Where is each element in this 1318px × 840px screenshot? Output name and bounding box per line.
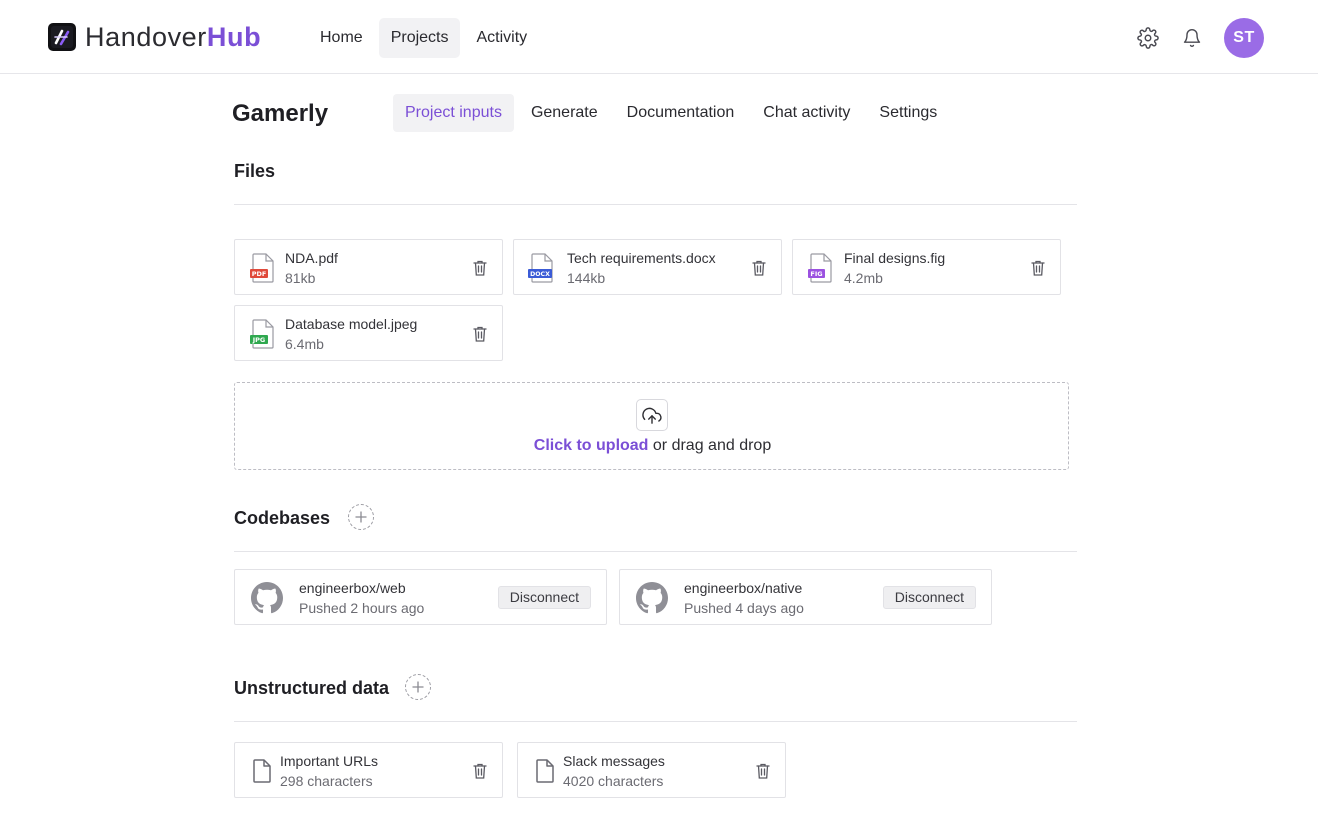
file-name: Database model.jpeg xyxy=(285,316,418,332)
tab-chat-activity[interactable]: Chat activity xyxy=(751,94,862,132)
repo-name: engineerbox/web xyxy=(299,580,406,596)
project-tabs: Project inputs Generate Documentation Ch… xyxy=(393,94,954,132)
add-codebase-button[interactable] xyxy=(348,504,374,530)
svg-text:FIG: FIG xyxy=(810,270,822,278)
trash-icon[interactable] xyxy=(1030,259,1046,277)
main-nav: Home Projects Activity xyxy=(308,18,543,58)
nav-projects[interactable]: Projects xyxy=(378,18,461,58)
trash-icon[interactable] xyxy=(472,259,488,277)
disconnect-button[interactable]: Disconnect xyxy=(497,586,591,609)
file-card-final-designs[interactable]: FIG Final designs.fig 4.2mb xyxy=(792,239,1061,295)
brand-logo[interactable]: HandoverHub xyxy=(47,22,261,52)
cloud-upload-icon xyxy=(642,407,662,424)
brand-name: HandoverHub xyxy=(85,22,262,52)
plus-icon xyxy=(412,681,424,693)
file-card-nda[interactable]: PDF NDA.pdf 81kb xyxy=(234,239,503,295)
file-name: NDA.pdf xyxy=(285,250,338,266)
trash-icon[interactable] xyxy=(751,259,767,277)
docx-file-icon: DOCX xyxy=(528,253,553,283)
codebases-section-title: Codebases xyxy=(234,508,331,528)
upload-instructions: Click to upload or drag and drop xyxy=(235,436,1070,456)
upload-hint: or drag and drop xyxy=(652,437,772,454)
data-size: 298 characters xyxy=(280,773,373,789)
document-icon xyxy=(536,759,554,783)
file-size: 81kb xyxy=(285,270,316,286)
tab-documentation[interactable]: Documentation xyxy=(615,94,747,132)
settings-button[interactable] xyxy=(1136,26,1160,50)
data-card-important-urls[interactable]: Important URLs 298 characters xyxy=(234,742,503,798)
svg-text:DOCX: DOCX xyxy=(530,271,550,278)
top-bar: HandoverHub Home Projects Activity ST xyxy=(0,0,1318,74)
user-avatar[interactable]: ST xyxy=(1224,18,1264,58)
codebases-divider xyxy=(234,551,1077,552)
upload-icon-box xyxy=(636,399,668,431)
files-section-title: Files xyxy=(234,161,276,181)
github-icon xyxy=(636,582,668,614)
repo-push-status: Pushed 2 hours ago xyxy=(299,600,425,616)
gear-icon xyxy=(1137,27,1159,49)
github-icon xyxy=(251,582,283,614)
add-unstructured-button[interactable] xyxy=(405,674,431,700)
trash-icon[interactable] xyxy=(755,762,771,780)
nav-activity[interactable]: Activity xyxy=(464,18,539,58)
file-size: 4.2mb xyxy=(844,270,883,286)
file-card-tech-requirements[interactable]: DOCX Tech requirements.docx 144kb xyxy=(513,239,782,295)
data-name: Important URLs xyxy=(280,753,379,769)
fig-file-icon: FIG xyxy=(808,253,832,283)
pdf-file-icon: PDF xyxy=(250,253,274,283)
notifications-button[interactable] xyxy=(1180,26,1204,50)
logo-icon xyxy=(48,23,76,51)
plus-icon xyxy=(355,511,367,523)
upload-dropzone[interactable]: Click to upload or drag and drop xyxy=(234,382,1069,470)
file-size: 6.4mb xyxy=(285,336,324,352)
file-size: 144kb xyxy=(567,270,606,286)
disconnect-button[interactable]: Disconnect xyxy=(882,586,976,609)
file-name: Final designs.fig xyxy=(844,250,946,266)
tab-project-inputs[interactable]: Project inputs xyxy=(393,94,514,132)
nav-home[interactable]: Home xyxy=(308,18,375,58)
bell-icon xyxy=(1183,29,1201,47)
file-card-database-model[interactable]: JPG Database model.jpeg 6.4mb xyxy=(234,305,503,361)
svg-text:PDF: PDF xyxy=(252,270,267,278)
unstructured-section-title: Unstructured data xyxy=(234,678,390,698)
repo-push-status: Pushed 4 days ago xyxy=(684,600,804,616)
data-size: 4020 characters xyxy=(563,773,664,789)
tab-settings[interactable]: Settings xyxy=(867,94,949,132)
header-actions: ST xyxy=(1136,18,1264,58)
trash-icon[interactable] xyxy=(472,762,488,780)
repo-card-web: engineerbox/web Pushed 2 hours ago Disco… xyxy=(234,569,607,625)
file-name: Tech requirements.docx xyxy=(567,250,716,266)
tab-generate[interactable]: Generate xyxy=(519,94,610,132)
svg-text:JPG: JPG xyxy=(252,336,266,344)
project-title: Gamerly xyxy=(232,100,329,127)
data-name: Slack messages xyxy=(563,753,665,769)
click-to-upload-link[interactable]: Click to upload xyxy=(534,437,649,454)
files-divider xyxy=(234,204,1077,205)
document-icon xyxy=(253,759,271,783)
repo-name: engineerbox/native xyxy=(684,580,803,596)
unstructured-divider xyxy=(234,721,1077,722)
trash-icon[interactable] xyxy=(472,325,488,343)
data-card-slack-messages[interactable]: Slack messages 4020 characters xyxy=(517,742,786,798)
repo-card-native: engineerbox/native Pushed 4 days ago Dis… xyxy=(619,569,992,625)
jpg-file-icon: JPG xyxy=(250,319,274,349)
